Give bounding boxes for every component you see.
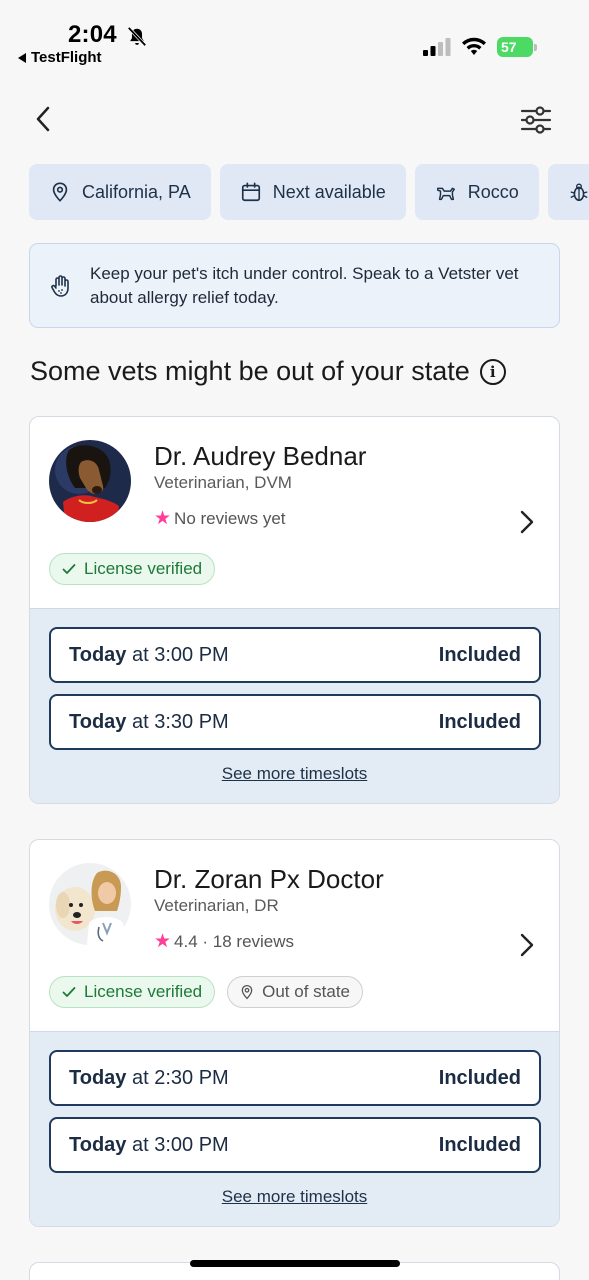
back-app-label: TestFlight [31,49,102,66]
back-triangle-icon [18,52,26,63]
timeslot-button[interactable]: Today at 3:30 PM Included [49,694,541,750]
vet-card[interactable]: Dr. Zoran Px Doctor Veterinarian, DR ★ 4… [29,839,560,1227]
battery-cap [534,44,537,51]
chevron-right-icon[interactable] [518,932,536,958]
bug-icon [570,183,588,202]
chip-pet-label: Rocco [467,181,519,202]
chip-location-label: California, PA [82,181,191,202]
checkmark-icon [62,987,76,997]
vet-avatar [49,440,131,522]
timeslot-time: Today at 2:30 PM [69,1067,229,1090]
timeslot-price: Included [438,1133,521,1156]
banner-text: Keep your pet's itch under control. Spea… [90,263,519,307]
vet-card-header[interactable]: Dr. Zoran Px Doctor Veterinarian, DR ★ 4… [30,840,559,1031]
star-icon: ★ [154,508,172,529]
timeslot-at: at 2:30 PM [131,1066,229,1089]
vet-rating: ★ No reviews yet [154,507,286,530]
chip-availability-label: Next available [272,181,386,202]
timeslot-price: Included [438,710,521,733]
license-verified-label: License verified [84,559,203,578]
timeslot-button[interactable]: Today at 2:30 PM Included [49,1050,541,1106]
see-more-timeslots-link[interactable]: See more timeslots [30,764,559,784]
out-of-state-label: Out of state [262,982,351,1001]
section-heading: Some vets might be out of your state i [30,356,506,387]
chip-availability[interactable]: Next available [219,164,406,220]
calendar-icon [241,182,260,202]
timeslot-day: Today [69,710,127,733]
chevron-left-icon [36,106,50,132]
license-verified-badge: License verified [49,553,216,585]
vet-name: Dr. Audrey Bednar [154,441,367,471]
timeslot-button[interactable]: Today at 3:00 PM Included [49,627,541,683]
wifi-icon [462,37,486,55]
status-time: 2:04 [68,21,117,48]
hand-icon [51,274,69,297]
back-to-app-link[interactable]: TestFlight [18,49,102,66]
home-indicator[interactable] [190,1260,400,1267]
vet-rating-text: 4.4 · 18 reviews [174,931,295,951]
timeslots-panel: Today at 3:00 PM Included Today at 3:30 … [30,608,559,803]
timeslot-price: Included [438,643,521,666]
filter-chips: California, PA Next available Rocco [29,164,589,220]
see-more-timeslots-link[interactable]: See more timeslots [30,1187,559,1207]
chip-pet[interactable]: Rocco [414,164,539,220]
vet-rating-text: No reviews yet [174,508,286,528]
timeslot-price: Included [438,1066,521,1089]
timeslot-time: Today at 3:00 PM [69,644,229,667]
star-icon: ★ [154,931,172,952]
battery-indicator: 57 [497,37,537,57]
timeslot-time: Today at 3:00 PM [69,1134,229,1157]
status-bar: 2:04 TestFlight 57 [0,0,589,74]
checkmark-icon [62,564,76,574]
chevron-right-icon[interactable] [518,509,536,535]
timeslot-button[interactable]: Today at 3:00 PM Included [49,1117,541,1173]
timeslot-at: at 3:30 PM [131,710,229,733]
battery-level: 57 [497,37,533,57]
chip-condition[interactable] [547,164,589,220]
out-of-state-badge: Out of state [227,976,364,1008]
timeslot-at: at 3:00 PM [131,1133,229,1156]
timeslot-time: Today at 3:30 PM [69,711,229,734]
vet-badges: License verified Out of state [49,976,364,1008]
filter-sliders-icon[interactable] [518,102,554,138]
license-verified-label: License verified [84,982,203,1001]
timeslots-panel: Today at 2:30 PM Included Today at 3:00 … [30,1031,559,1226]
vet-badges: License verified [49,553,216,585]
dog-icon [436,187,455,201]
allergy-promo-banner[interactable]: Keep your pet's itch under control. Spea… [29,243,560,328]
back-button[interactable] [28,104,58,134]
license-verified-badge: License verified [49,976,216,1008]
location-pin-icon [52,182,68,202]
vet-credentials: Veterinarian, DVM [154,473,292,492]
timeslot-day: Today [69,1133,127,1156]
chip-location[interactable]: California, PA [29,164,211,220]
cellular-signal-icon [423,38,451,56]
vet-name: Dr. Zoran Px Doctor [154,864,384,894]
section-heading-text: Some vets might be out of your state [30,356,470,386]
vet-card-header[interactable]: Dr. Audrey Bednar Veterinarian, DVM ★ No… [30,417,559,608]
location-pin-icon [241,984,253,1000]
vet-rating: ★ 4.4 · 18 reviews [154,930,294,953]
timeslot-day: Today [69,643,127,666]
timeslot-day: Today [69,1066,127,1089]
vet-avatar [49,863,131,945]
vet-credentials: Veterinarian, DR [154,896,279,915]
bell-muted-icon [127,26,147,47]
info-icon[interactable]: i [479,358,506,385]
vet-card[interactable]: Dr. Audrey Bednar Veterinarian, DVM ★ No… [29,416,560,804]
timeslot-at: at 3:00 PM [131,643,229,666]
